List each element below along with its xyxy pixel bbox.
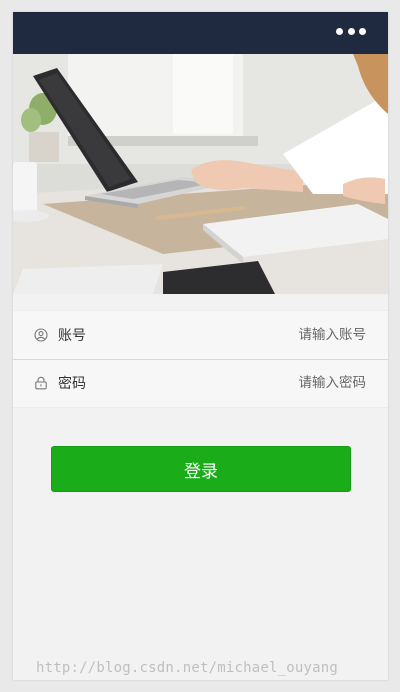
login-form: 账号 密码 — [13, 310, 388, 408]
account-row: 账号 — [13, 311, 388, 359]
password-input[interactable] — [206, 375, 366, 391]
password-label: 密码 — [58, 376, 86, 392]
watermark-text: http://blog.csdn.net/michael_ouyang — [36, 660, 339, 676]
user-circle-icon — [33, 327, 49, 343]
password-row: 密码 — [13, 359, 388, 407]
dot — [359, 28, 366, 35]
more-horizontal-icon[interactable] — [336, 28, 366, 36]
hero-image — [13, 54, 388, 294]
login-button[interactable]: 登录 — [51, 446, 351, 492]
phone-frame: 账号 密码 登录 — [13, 12, 388, 680]
account-label: 账号 — [58, 328, 86, 344]
top-navbar — [13, 12, 388, 54]
account-input[interactable] — [206, 327, 366, 343]
dot — [347, 28, 355, 35]
dot — [336, 28, 343, 35]
laptop-desk-illustration — [13, 54, 388, 294]
lock-icon — [33, 375, 49, 391]
